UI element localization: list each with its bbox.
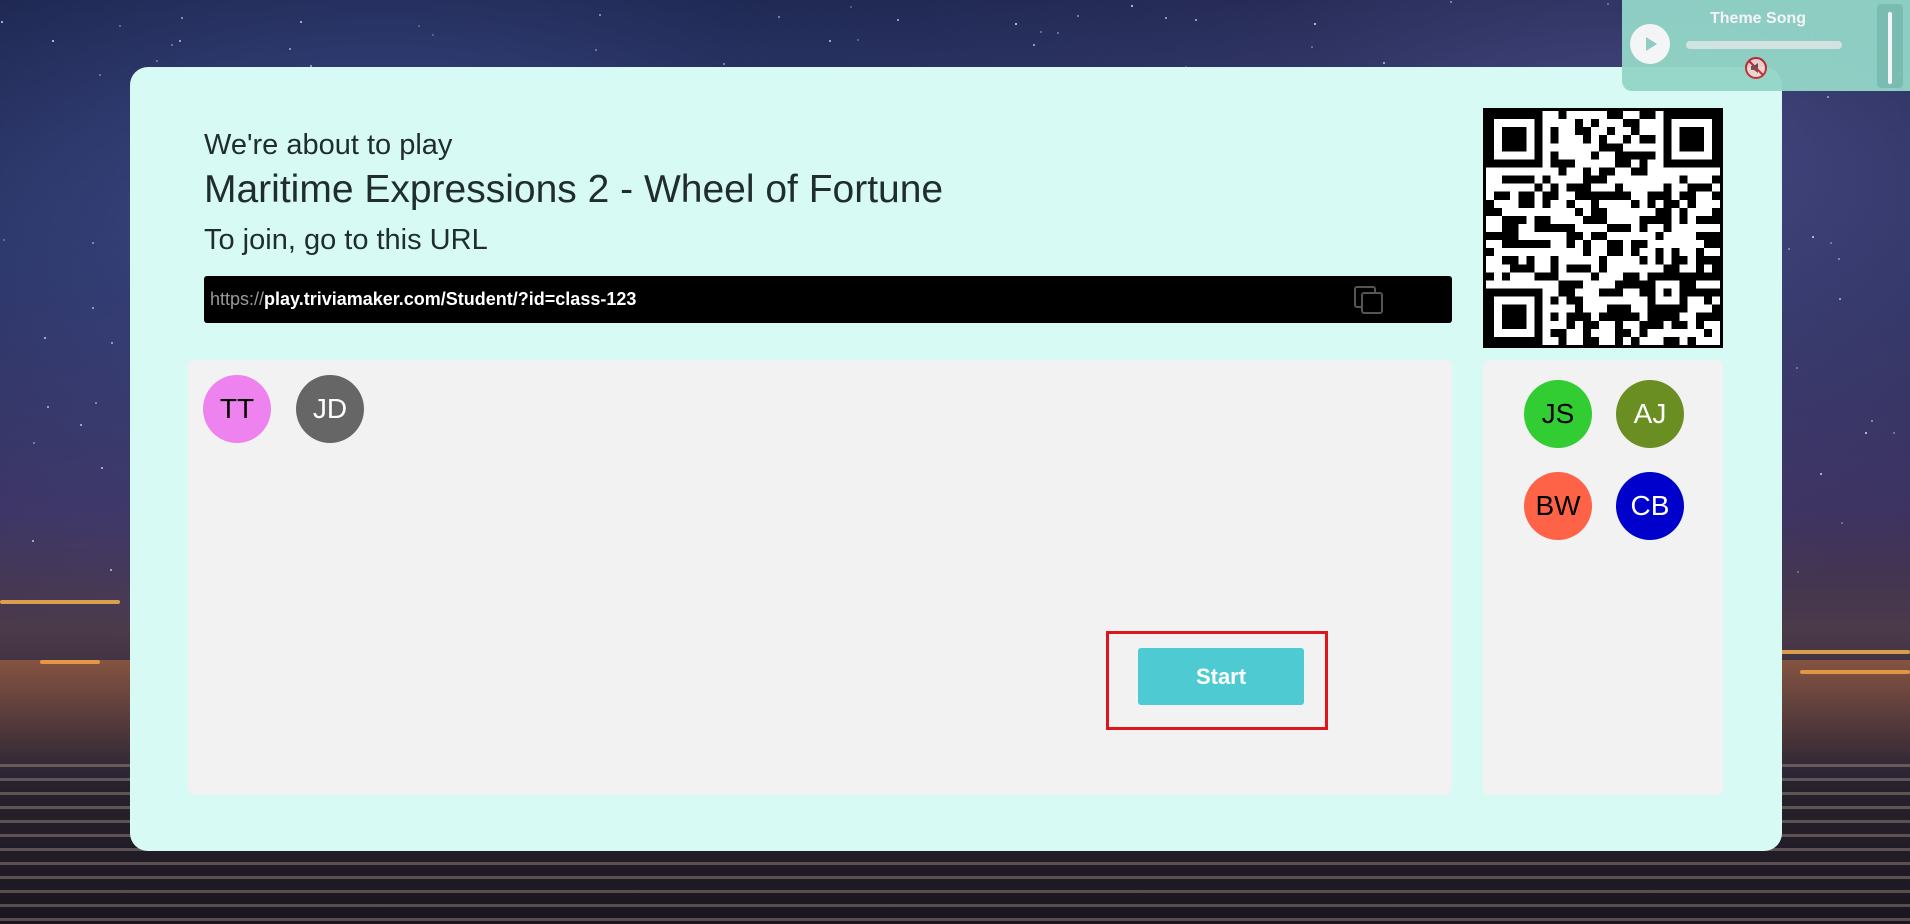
star-dot <box>1812 235 1815 238</box>
star-dot <box>1838 298 1841 301</box>
star-dot <box>170 44 173 47</box>
star-dot <box>52 40 55 43</box>
copy-icon[interactable] <box>1352 284 1386 316</box>
star-dot <box>1893 431 1896 434</box>
star-dot <box>1033 43 1036 46</box>
star-dot <box>32 441 35 444</box>
team-player-avatar: BW <box>1524 472 1592 540</box>
star-dot <box>1871 420 1874 423</box>
star-dot <box>110 569 113 572</box>
star-dot <box>1820 473 1823 476</box>
star-dot <box>91 241 94 244</box>
star-dot <box>722 63 725 66</box>
star-dot <box>1829 242 1832 245</box>
lobby-card: We're about to play Maritime Expressions… <box>130 67 1782 851</box>
star-dot <box>79 423 82 426</box>
theme-song-player: Theme Song <box>1622 0 1910 91</box>
star-dot <box>1606 2 1609 5</box>
star-dot <box>111 342 114 345</box>
star-dot <box>1788 247 1791 250</box>
intro-section: We're about to play Maritime Expressions… <box>204 129 943 257</box>
star-dot <box>94 401 97 404</box>
about-to-play-text: We're about to play <box>204 129 453 161</box>
star-dot <box>828 40 831 43</box>
join-qr-code <box>1483 108 1723 348</box>
volume-track <box>1888 12 1892 84</box>
team-player-avatar: JS <box>1524 380 1592 448</box>
star-dot <box>1383 62 1386 65</box>
star-dot <box>778 15 781 18</box>
star-dot <box>1827 96 1830 98</box>
join-instructions: To join, go to this URL <box>204 224 488 256</box>
star-dot <box>418 24 421 27</box>
star-dot <box>43 337 46 340</box>
star-dot <box>100 467 103 470</box>
volume-slider[interactable] <box>1877 4 1903 88</box>
star-dot <box>598 14 601 17</box>
star-dot <box>1837 258 1840 261</box>
star-dot <box>1311 45 1314 48</box>
star-dot <box>1195 18 1198 21</box>
star-dot <box>99 73 102 76</box>
star-dot <box>1057 31 1060 34</box>
star-dot <box>432 34 435 37</box>
star-dot <box>92 307 95 310</box>
team-players-panel: JS AJ BW CB <box>1483 360 1723 795</box>
star-dot <box>1450 1 1453 4</box>
start-button[interactable]: Start <box>1138 648 1304 705</box>
star-dot <box>32 539 35 542</box>
star-dot <box>1797 570 1800 573</box>
star-dot <box>299 20 302 23</box>
star-dot <box>119 25 122 28</box>
star-dot <box>1313 22 1316 25</box>
lobby-player-avatar: TT <box>203 375 271 443</box>
star-dot <box>181 16 184 19</box>
play-icon[interactable] <box>1630 24 1670 64</box>
url-scheme: https:// <box>210 289 265 309</box>
team-player-avatar: CB <box>1616 472 1684 540</box>
star-dot <box>896 19 899 22</box>
star-dot <box>1015 23 1018 26</box>
star-dot <box>1865 432 1868 435</box>
join-url-bar[interactable]: https:// play.triviamaker.com/Student/?i… <box>204 276 1452 323</box>
star-dot <box>1076 14 1079 17</box>
city-light <box>1780 650 1910 654</box>
star-dot <box>156 60 159 63</box>
star-dot <box>178 40 181 43</box>
team-player-avatar: AJ <box>1616 380 1684 448</box>
star-dot <box>1039 31 1042 34</box>
song-progress-bar[interactable] <box>1686 41 1842 49</box>
city-light <box>0 600 120 604</box>
star-dot <box>850 5 853 8</box>
mute-icon[interactable] <box>1744 56 1768 80</box>
star-dot <box>0 21 3 24</box>
star-dot <box>1840 521 1843 524</box>
star-dot <box>46 405 49 408</box>
game-title: Maritime Expressions 2 - Wheel of Fortun… <box>204 168 944 211</box>
lobby-player-avatar: JD <box>296 375 364 443</box>
star-dot <box>1131 4 1134 7</box>
star-dot <box>595 49 598 52</box>
star-dot <box>3 239 6 242</box>
star-dot <box>1165 17 1168 20</box>
star-dot <box>856 39 859 42</box>
url-path: play.triviamaker.com/Student/?id=class-1… <box>264 289 637 309</box>
star-dot <box>1796 367 1799 370</box>
star-dot <box>289 48 292 50</box>
